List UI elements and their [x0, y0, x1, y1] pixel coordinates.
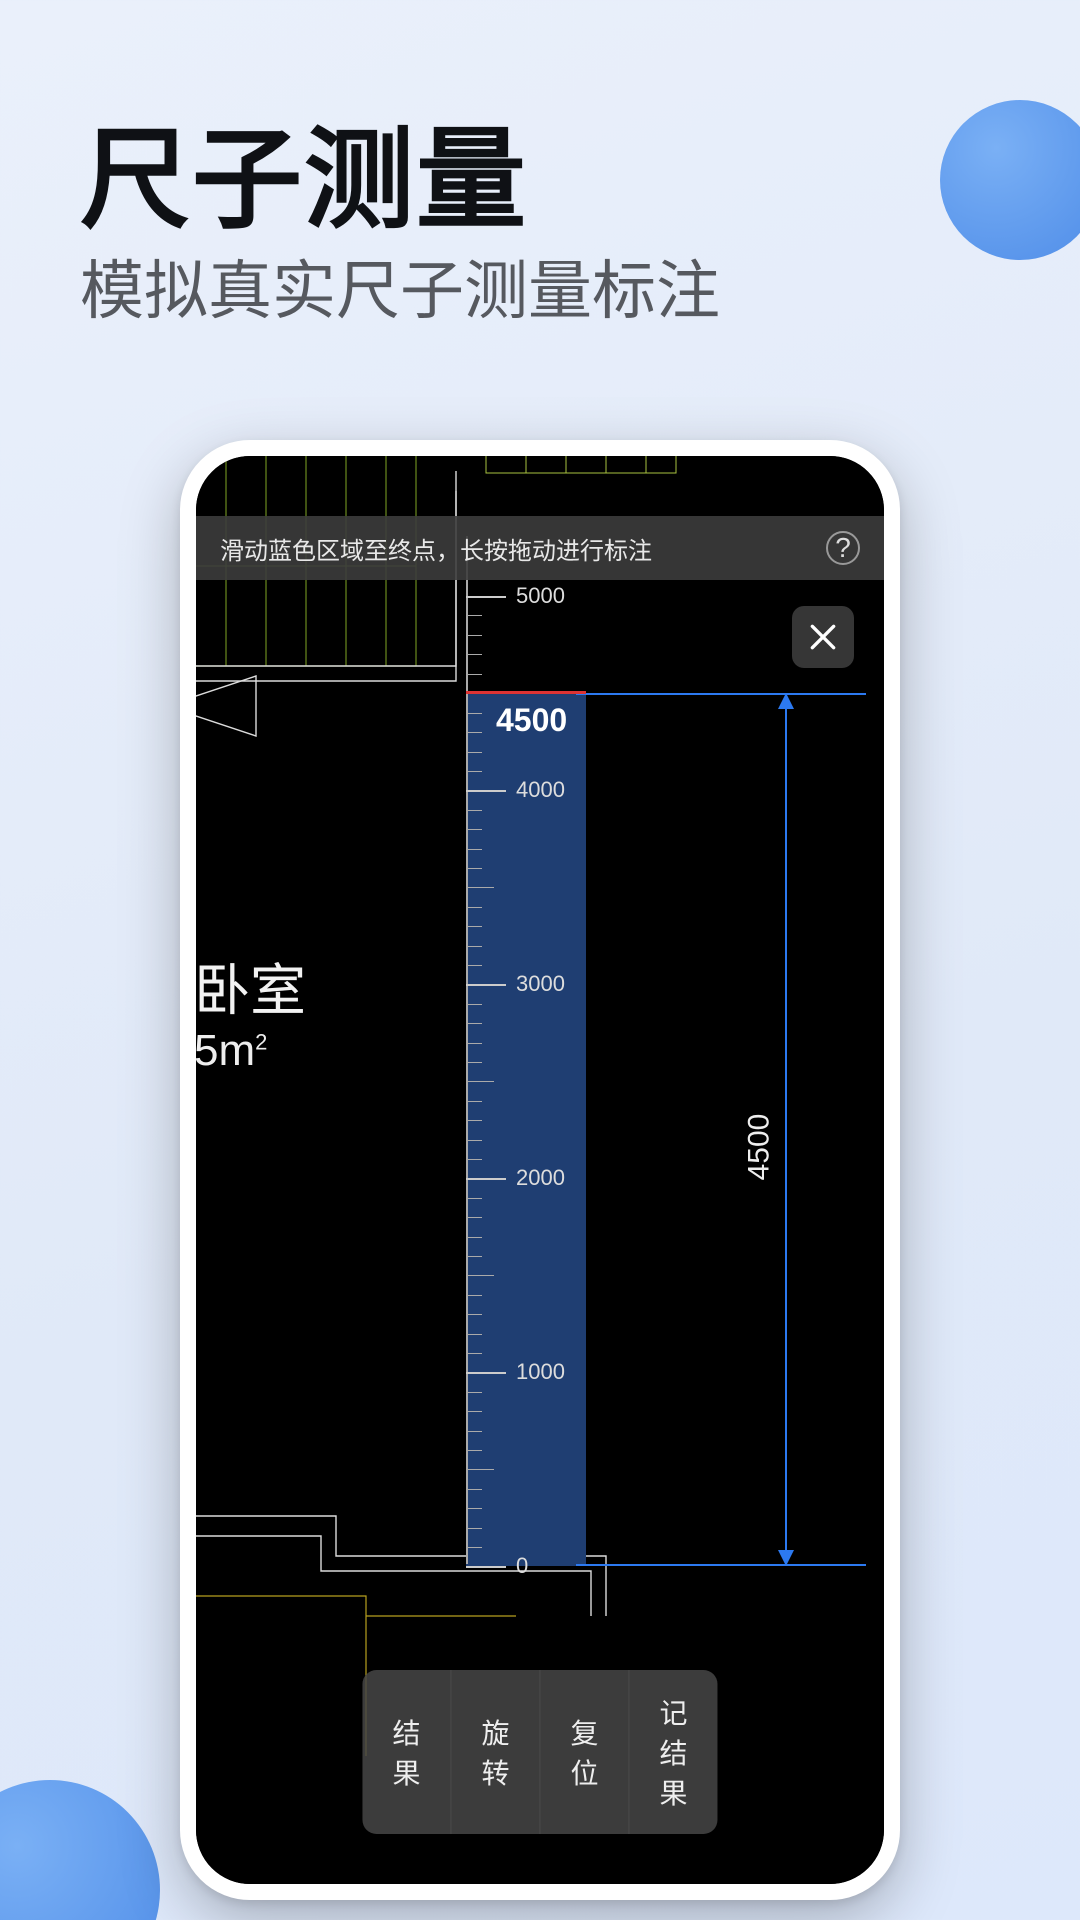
ruler-tick-major	[466, 1566, 506, 1568]
ruler-tick-major	[466, 790, 506, 792]
app-screen: 滑动蓝色区域至终点，长按拖动进行标注 ? 4500 5000	[196, 456, 884, 1884]
close-button[interactable]	[792, 606, 854, 668]
phone-frame: 滑动蓝色区域至终点，长按拖动进行标注 ? 4500 5000	[180, 440, 900, 1900]
ruler-tick-label: 2000	[516, 1165, 565, 1191]
decor-circle-bottom	[0, 1780, 160, 1920]
page-subtitle: 模拟真实尺子测量标注	[80, 240, 720, 332]
rotate-button[interactable]: 旋转	[450, 1670, 539, 1834]
ruler-tick-label: 4000	[516, 777, 565, 803]
ruler-tick-label: 0	[516, 1553, 528, 1579]
ruler-current-value: 4500	[496, 702, 567, 739]
dimension-value: 4500	[742, 1113, 776, 1180]
bottom-toolbar: 结果 旋转 复位 记结果	[362, 1670, 717, 1834]
ruler-tick-label: 5000	[516, 583, 565, 609]
close-icon	[807, 621, 839, 653]
reset-button[interactable]: 复位	[540, 1670, 629, 1834]
ruler-tick-major	[466, 596, 506, 598]
hint-bar: 滑动蓝色区域至终点，长按拖动进行标注 ?	[196, 516, 884, 580]
page-title: 尺子测量	[80, 90, 528, 250]
hint-text: 滑动蓝色区域至终点，长按拖动进行标注	[220, 531, 826, 566]
decor-circle-top	[940, 100, 1080, 260]
dimension-line	[785, 693, 787, 1566]
dimension-ext-bottom	[576, 1564, 866, 1566]
result-button[interactable]: 结果	[362, 1670, 450, 1834]
dimension-annotation[interactable]: 4500	[756, 693, 816, 1566]
ruler-selection-top-marker	[466, 691, 586, 694]
ruler-tick-label: 3000	[516, 971, 565, 997]
ruler-tick-label: 1000	[516, 1359, 565, 1385]
help-icon[interactable]: ?	[826, 531, 860, 565]
arrow-up-icon	[778, 693, 794, 709]
arrow-down-icon	[778, 1550, 794, 1566]
save-result-button[interactable]: 记结果	[629, 1670, 718, 1834]
dimension-ext-top	[576, 693, 866, 695]
ruler-tick-major	[466, 1178, 506, 1180]
ruler-tick-major	[466, 1372, 506, 1374]
ruler-tick-major	[466, 984, 506, 986]
